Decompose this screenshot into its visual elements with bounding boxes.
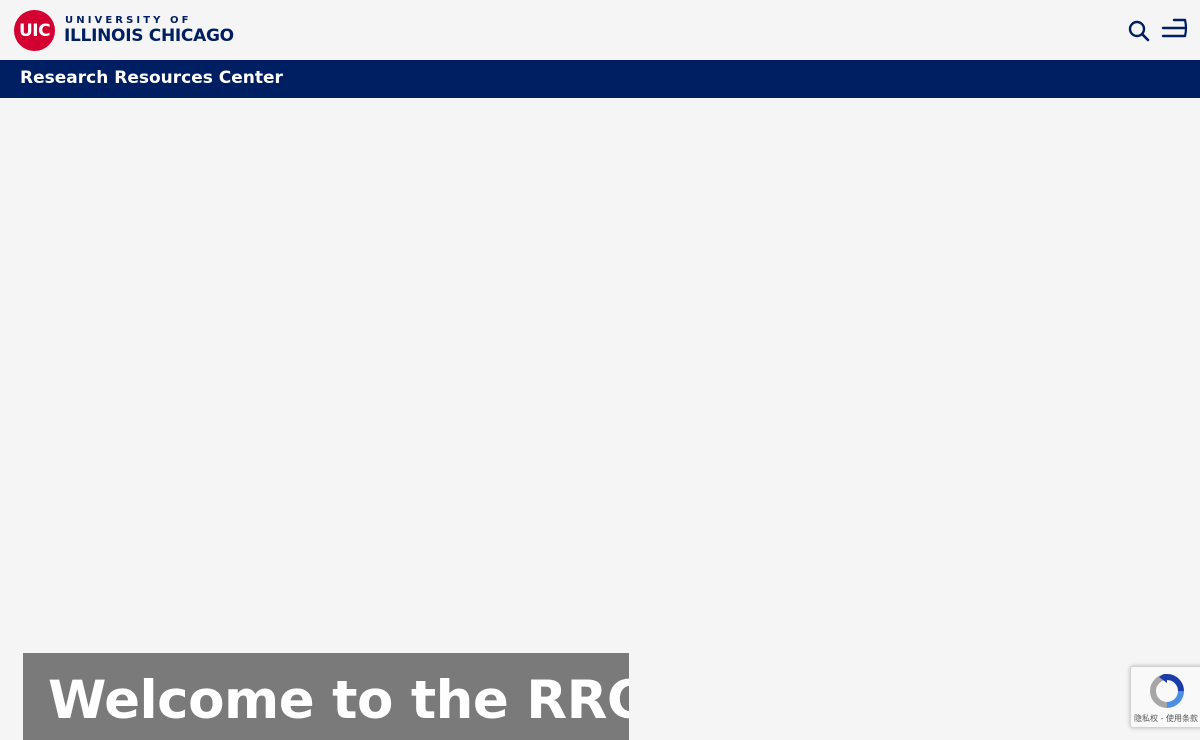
recaptcha-links[interactable]: 隐私权 - 使用条款 (1131, 713, 1200, 724)
recaptcha-icon (1150, 674, 1184, 708)
hero-title: Welcome to the RRC (48, 670, 629, 731)
top-header: UIC UNIVERSITY OF ILLINOIS CHICAGO (0, 0, 1200, 60)
uic-logo-mark: UIC (14, 10, 55, 51)
site-title-bar: Research Resources Center (0, 60, 1200, 98)
hero-title-box: Welcome to the RRC (23, 653, 629, 740)
logo-illinois-chicago: ILLINOIS CHICAGO (64, 26, 234, 46)
menu-icon (1161, 18, 1188, 38)
search-icon (1128, 20, 1150, 42)
search-button[interactable] (1127, 19, 1151, 43)
site-title-link[interactable]: Research Resources Center (20, 68, 283, 88)
menu-button[interactable] (1160, 17, 1188, 43)
recaptcha-badge[interactable]: 隐私权 - 使用条款 (1130, 666, 1200, 728)
logo-university-of: UNIVERSITY OF (65, 15, 192, 26)
